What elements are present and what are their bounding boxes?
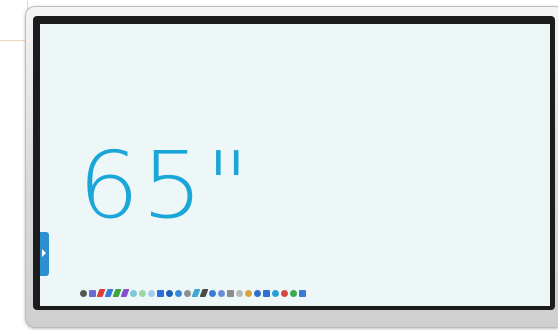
page-divider [0,0,28,41]
whiteboard-toolbar [80,286,306,300]
record-icon[interactable] [281,289,288,297]
shape-icon[interactable] [166,289,173,297]
cursor-icon[interactable] [80,289,87,297]
circle-icon[interactable] [157,289,164,297]
exit-icon[interactable] [299,289,306,297]
clear-icon[interactable] [148,289,155,297]
pen-purple-icon[interactable] [120,289,130,297]
settings-icon[interactable] [290,289,297,297]
screenshot-icon[interactable] [272,289,279,297]
redo-icon[interactable] [263,289,270,297]
brush-icon[interactable] [89,289,96,297]
grid-icon[interactable] [236,289,243,297]
ruler-icon[interactable] [245,289,252,297]
marker-icon[interactable] [199,289,209,297]
text-icon[interactable] [218,289,225,297]
screen-size-label: 65" [78,132,252,239]
select-icon[interactable] [175,289,182,297]
side-panel-tab[interactable] [40,232,49,276]
eraser-icon[interactable] [139,289,146,297]
undo-icon[interactable] [254,289,261,297]
laser-icon[interactable] [209,289,216,297]
chevron-right-icon [42,249,46,257]
lasso-icon[interactable] [184,289,191,297]
table-icon[interactable] [227,289,234,297]
highlighter-icon[interactable] [130,289,137,297]
